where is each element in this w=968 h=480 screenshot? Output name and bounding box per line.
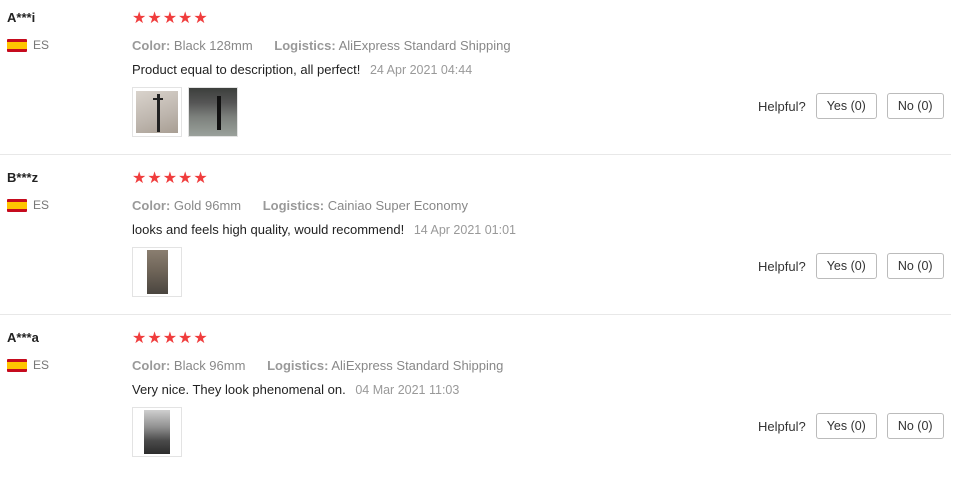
review-photo[interactable] <box>132 87 182 137</box>
review-photo[interactable] <box>132 407 182 457</box>
helpful-controls: Helpful? Yes (0) No (0) <box>758 413 944 439</box>
reviewer-country: ES <box>7 358 49 372</box>
reviewer-country: ES <box>7 38 49 52</box>
color-label: Color: <box>132 358 171 373</box>
reviewer-name: B***z <box>7 170 39 185</box>
review-text: Very nice. They look phenomenal on. <box>132 382 346 397</box>
country-code: ES <box>33 38 50 52</box>
logistics-value: Cainiao Super Economy <box>327 198 468 213</box>
reviewer-name: A***i <box>7 10 36 25</box>
helpful-no-button[interactable]: No (0) <box>886 413 944 439</box>
reviewer-name: A***a <box>7 330 39 345</box>
review-text: looks and feels high quality, would reco… <box>132 222 405 237</box>
spain-flag-icon <box>7 38 27 52</box>
star-rating: ★★★★★ <box>132 10 209 27</box>
country-code: ES <box>33 198 50 212</box>
helpful-label: Helpful? <box>758 418 806 434</box>
logistics-label: Logistics: <box>274 38 336 53</box>
spain-flag-icon <box>7 358 27 372</box>
review-text-row: Very nice. They look phenomenal on. 04 M… <box>132 382 503 397</box>
color-value: Gold 96mm <box>173 198 242 213</box>
review-content: ★★★★★ Color: Gold 96mm Logistics: Cainia… <box>132 170 516 297</box>
review-content: ★★★★★ Color: Black 128mm Logistics: AliE… <box>132 10 511 137</box>
review-photos <box>132 247 516 297</box>
color-label: Color: <box>132 198 171 213</box>
review-text-row: looks and feels high quality, would reco… <box>132 222 516 237</box>
review-photos <box>132 407 503 457</box>
helpful-label: Helpful? <box>758 258 806 274</box>
review-date: 04 Mar 2021 11:03 <box>355 383 460 397</box>
review-meta: Color: Black 96mm Logistics: AliExpress … <box>132 358 503 373</box>
review-text-row: Product equal to description, all perfec… <box>132 62 511 77</box>
review-item: A***i ES ★★★★★ Color: Black 128mm Logist… <box>0 0 951 160</box>
reviewer-info: A***i ES <box>7 10 49 52</box>
star-rating: ★★★★★ <box>132 330 209 347</box>
review-date: 24 Apr 2021 04:44 <box>369 63 473 77</box>
review-divider <box>0 154 951 155</box>
helpful-no-button[interactable]: No (0) <box>886 93 944 119</box>
reviewer-country: ES <box>7 198 49 212</box>
logistics-value: AliExpress Standard Shipping <box>331 358 504 373</box>
review-divider <box>0 314 951 315</box>
review-photo[interactable] <box>188 87 238 137</box>
color-label: Color: <box>132 38 171 53</box>
color-value: Black 96mm <box>173 358 246 373</box>
review-photos <box>132 87 511 137</box>
review-date: 14 Apr 2021 01:01 <box>413 223 516 237</box>
star-rating: ★★★★★ <box>132 170 209 187</box>
logistics-value: AliExpress Standard Shipping <box>338 38 511 53</box>
helpful-controls: Helpful? Yes (0) No (0) <box>758 93 944 119</box>
color-value: Black 128mm <box>173 38 253 53</box>
helpful-controls: Helpful? Yes (0) No (0) <box>758 253 944 279</box>
helpful-yes-button[interactable]: Yes (0) <box>815 253 877 279</box>
review-item: A***a ES ★★★★★ Color: Black 96mm Logisti… <box>0 320 951 480</box>
logistics-label: Logistics: <box>262 198 325 213</box>
helpful-label: Helpful? <box>758 98 806 114</box>
review-meta: Color: Black 128mm Logistics: AliExpress… <box>132 38 511 53</box>
spain-flag-icon <box>7 198 27 212</box>
helpful-yes-button[interactable]: Yes (0) <box>815 93 877 119</box>
reviewer-info: B***z ES <box>7 170 49 212</box>
helpful-no-button[interactable]: No (0) <box>886 253 944 279</box>
reviewer-info: A***a ES <box>7 330 49 372</box>
country-code: ES <box>33 358 50 372</box>
review-text: Product equal to description, all perfec… <box>132 62 361 77</box>
helpful-yes-button[interactable]: Yes (0) <box>815 413 877 439</box>
review-photo[interactable] <box>132 247 182 297</box>
logistics-label: Logistics: <box>267 358 329 373</box>
review-meta: Color: Gold 96mm Logistics: Cainiao Supe… <box>132 198 516 213</box>
review-item: B***z ES ★★★★★ Color: Gold 96mm Logistic… <box>0 160 951 320</box>
review-content: ★★★★★ Color: Black 96mm Logistics: AliEx… <box>132 330 503 457</box>
